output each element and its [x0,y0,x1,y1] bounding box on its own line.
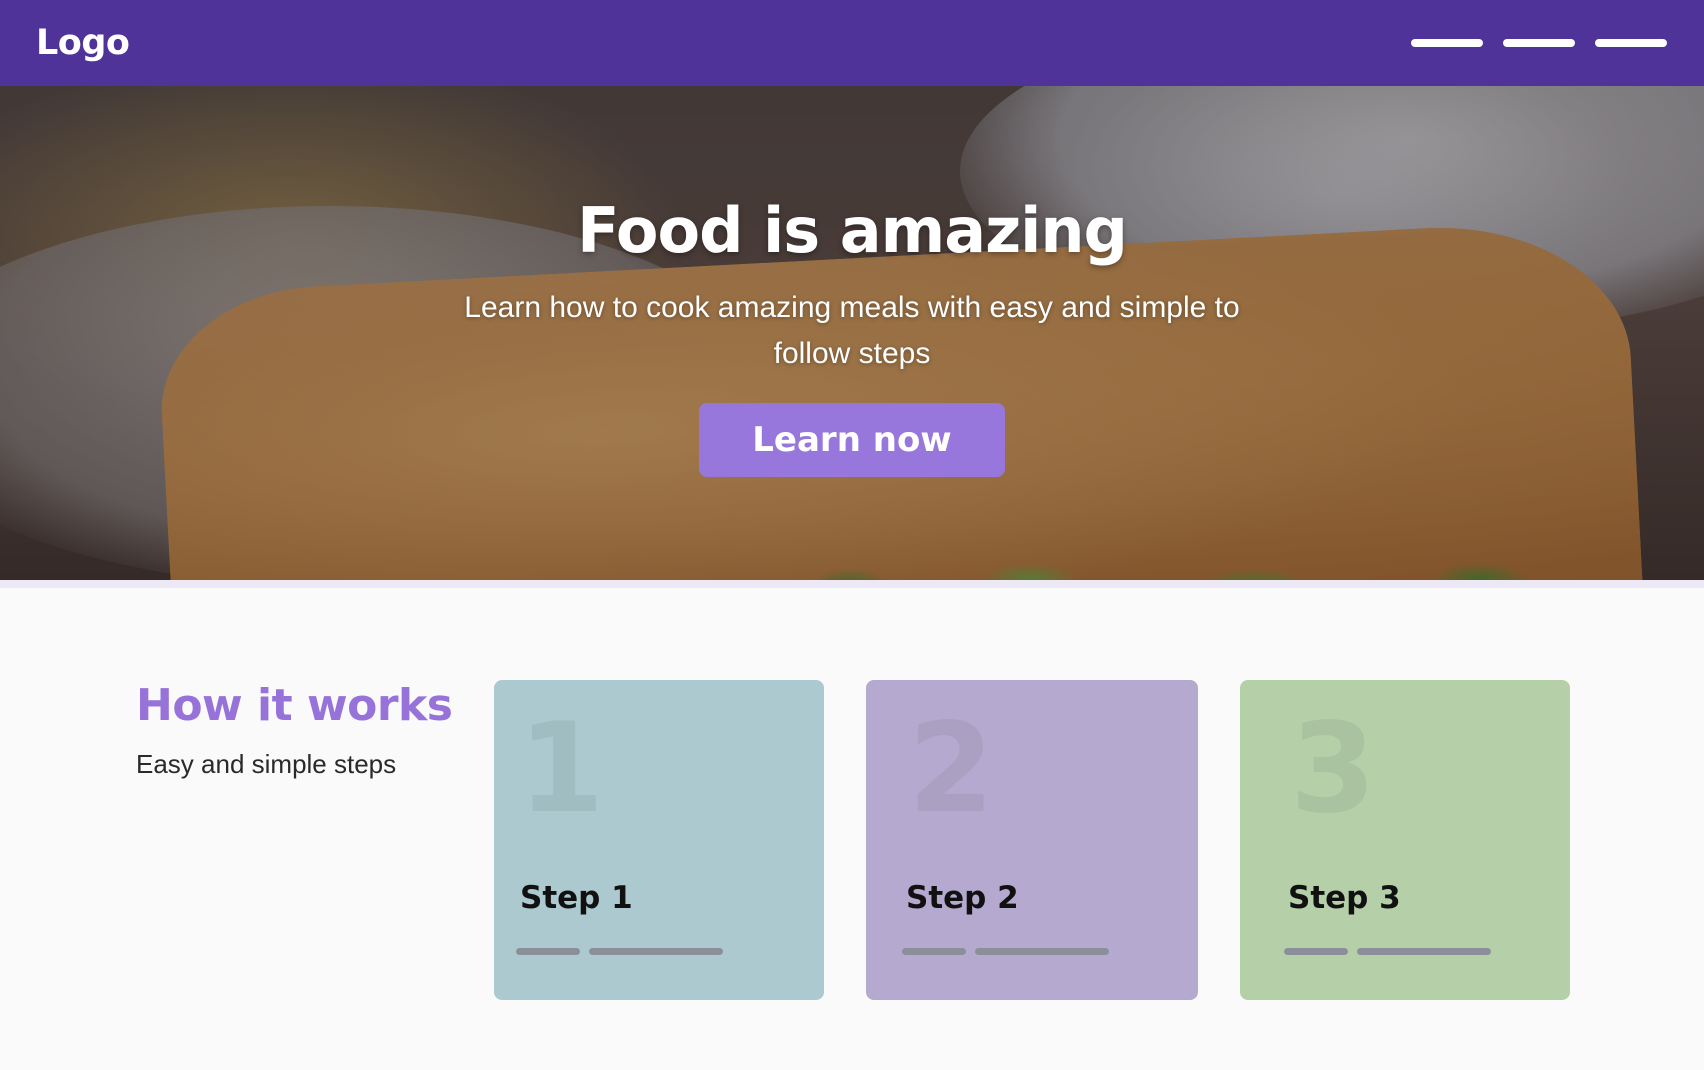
text-line-placeholder [902,948,966,955]
step-number: 3 [1290,697,1377,841]
nav-item-placeholder-1[interactable] [1411,39,1483,47]
nav-menu [1411,39,1667,47]
step-card-2[interactable]: 2 Step 2 [866,680,1198,1000]
step-number: 1 [518,697,605,841]
step-title: Step 2 [906,880,1019,916]
hero-section: Food is amazing Learn how to cook amazin… [0,86,1704,580]
nav-item-placeholder-2[interactable] [1503,39,1575,47]
nav-item-placeholder-3[interactable] [1595,39,1667,47]
hero-content: Food is amazing Learn how to cook amazin… [0,86,1704,580]
text-line-placeholder [589,948,723,955]
step-title: Step 1 [520,880,633,916]
logo[interactable]: Logo [36,23,130,63]
text-line-placeholder [975,948,1109,955]
step-number: 2 [908,697,995,841]
section-subtitle: Easy and simple steps [136,749,397,779]
step-text-placeholder [902,948,1109,955]
step-text-placeholder [1284,948,1491,955]
text-line-placeholder [1357,948,1491,955]
text-line-placeholder [1284,948,1348,955]
site-header: Logo [0,0,1704,86]
hero-title: Food is amazing [577,194,1128,267]
step-text-placeholder [516,948,723,955]
section-title: How it works [136,680,453,731]
text-line-placeholder [516,948,580,955]
step-card-3[interactable]: 3 Step 3 [1240,680,1570,1000]
hero-subtitle: Learn how to cook amazing meals with eas… [464,291,1240,370]
step-title: Step 3 [1288,880,1401,916]
hero-bottom-divider [0,580,1704,588]
step-card-1[interactable]: 1 Step 1 [494,680,824,1000]
learn-now-button[interactable]: Learn now [699,403,1005,477]
